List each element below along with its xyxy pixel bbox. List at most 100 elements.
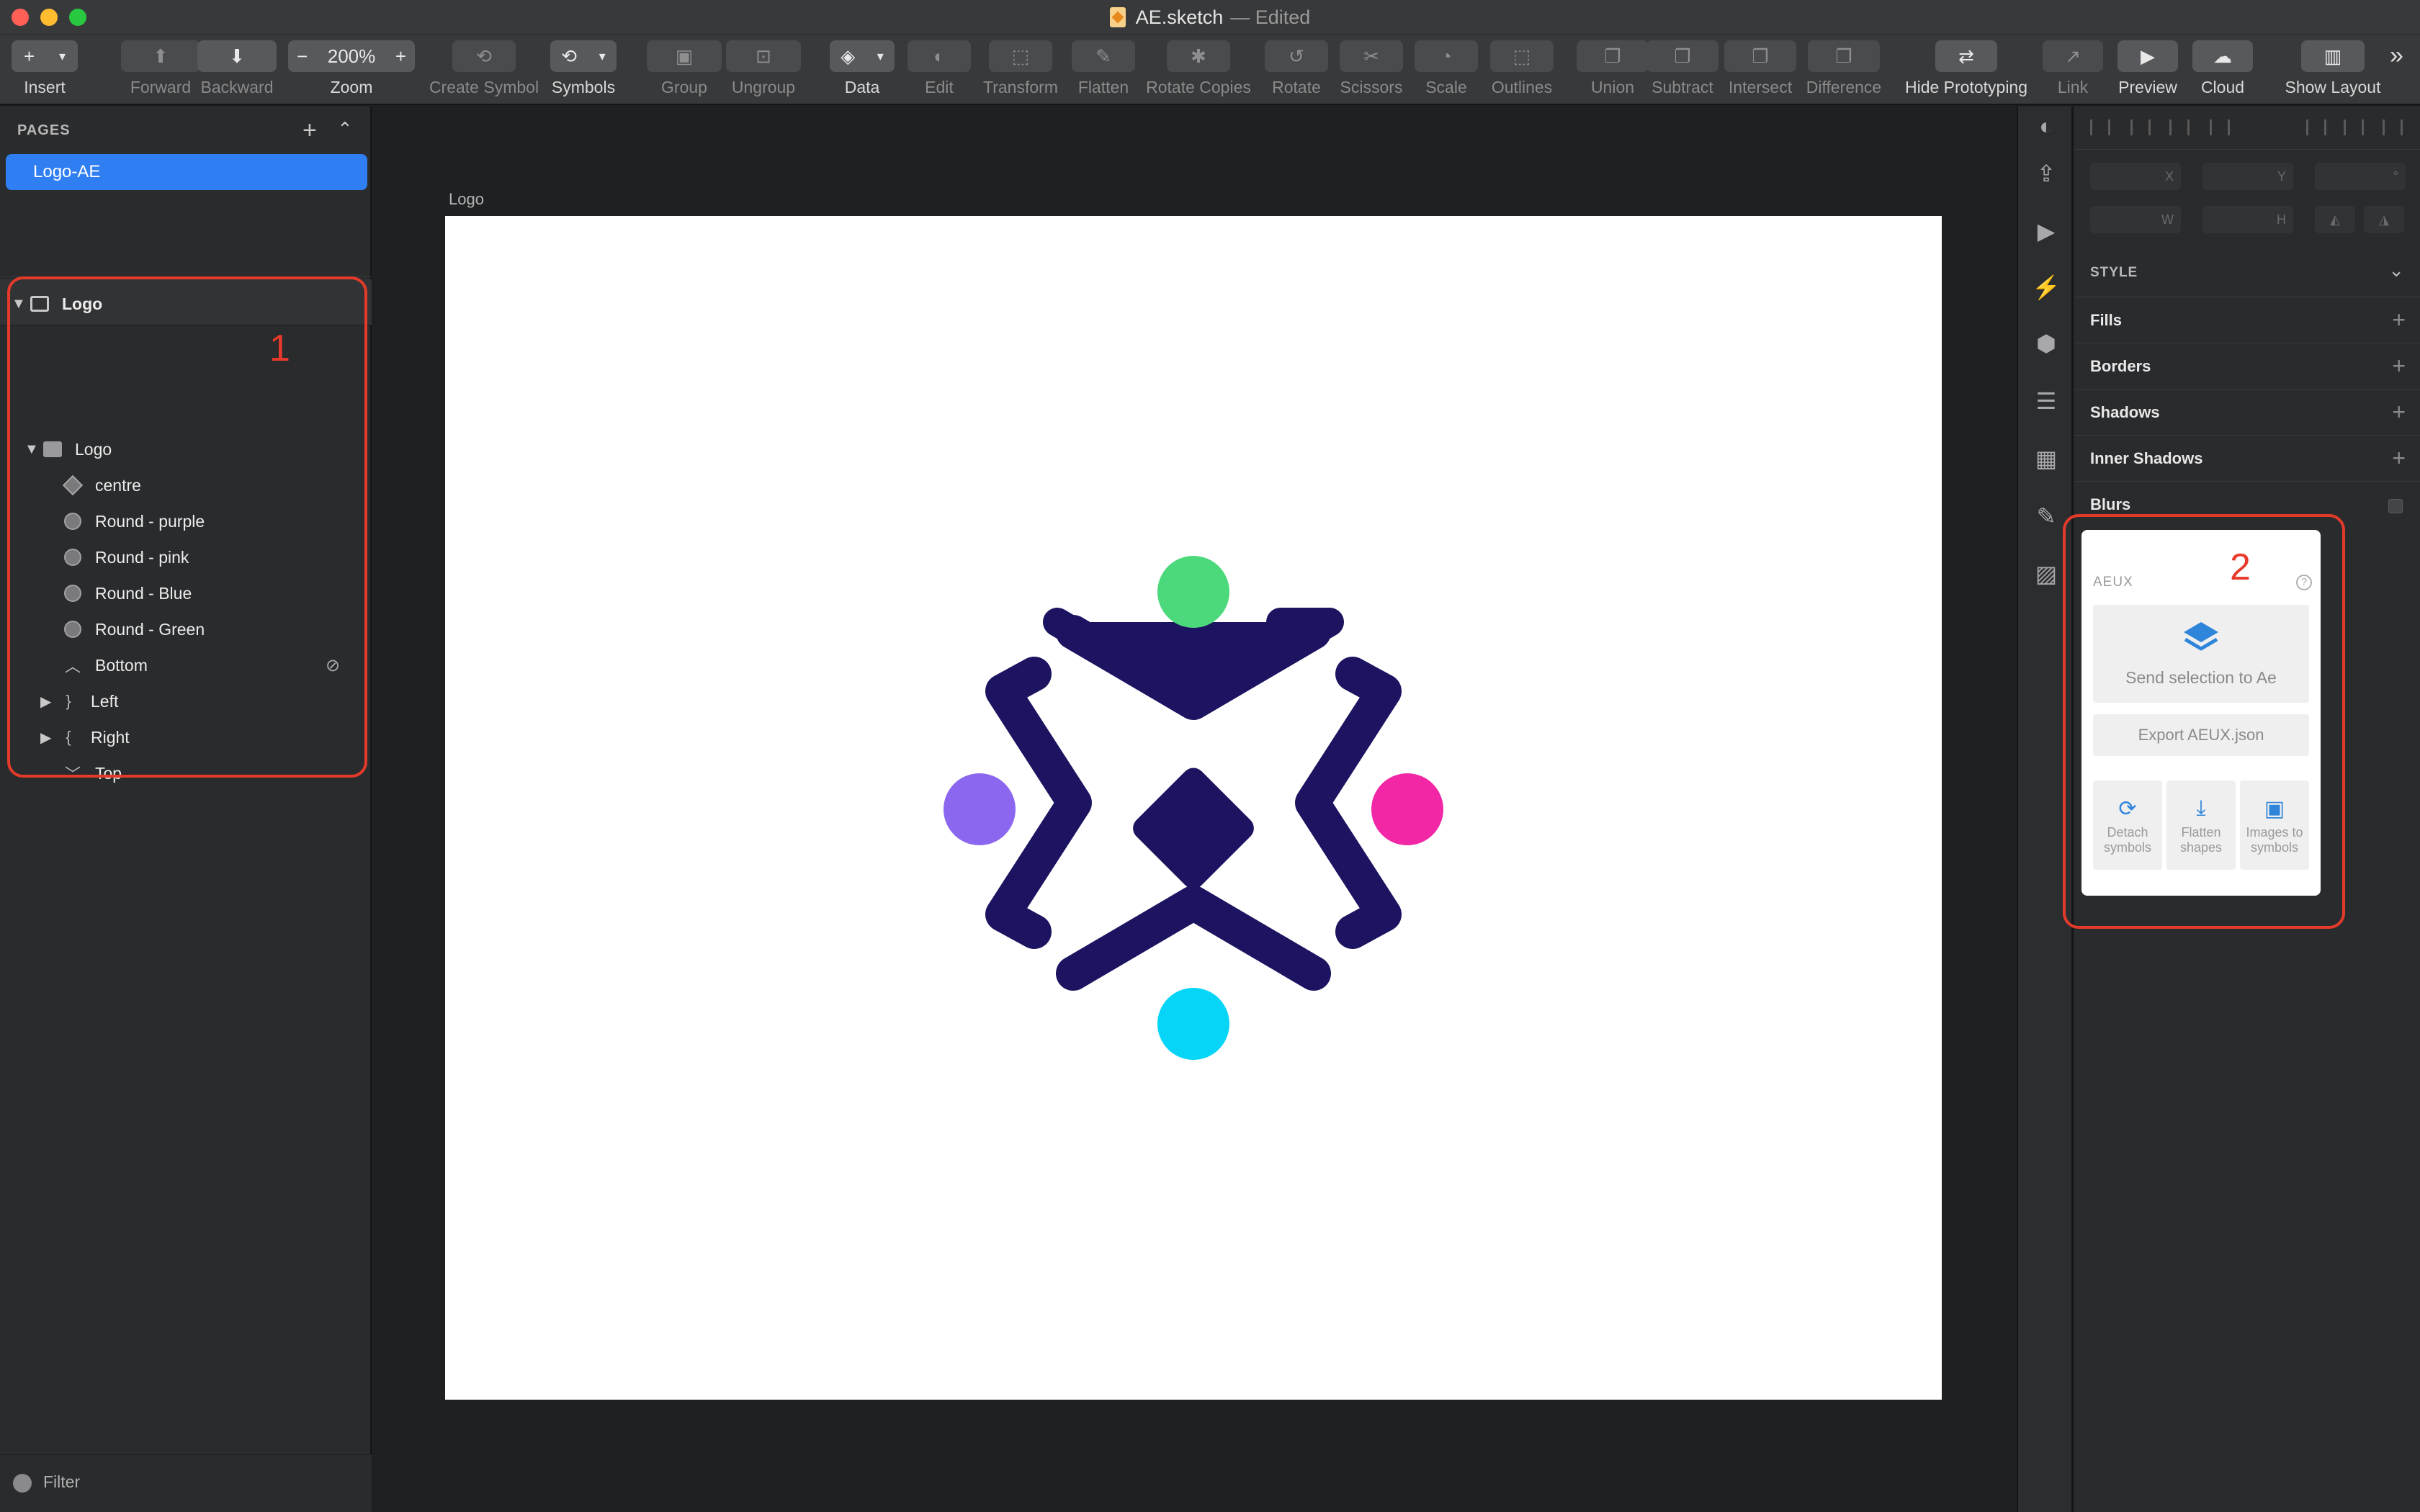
hexagon-icon[interactable]: ⬢: [2033, 330, 2060, 357]
add-border-icon[interactable]: +: [2392, 353, 2406, 379]
align-bottom-icon[interactable]: [2383, 120, 2403, 135]
cloud-button[interactable]: ☁: [2192, 40, 2253, 72]
section-inner-shadows[interactable]: Inner Shadows +: [2074, 435, 2420, 481]
flip-vertical-icon[interactable]: ◮: [2364, 206, 2404, 233]
play-icon[interactable]: ▶: [2033, 217, 2060, 245]
show-layout-tool[interactable]: ▥ Show Layout: [2280, 40, 2385, 97]
transform-tool[interactable]: ⬚ Transform: [980, 40, 1062, 97]
union-button[interactable]: ❐: [1577, 40, 1649, 72]
logo-bottom-shape[interactable]: [1056, 886, 1331, 991]
logo-graphic[interactable]: [445, 216, 1942, 1400]
link-tool[interactable]: ↗ Link: [2043, 40, 2103, 97]
zoom-in-button[interactable]: +: [395, 45, 406, 68]
height-field[interactable]: H: [2202, 206, 2293, 233]
insert-button[interactable]: + ▾: [12, 40, 78, 72]
rotate-copies-tool[interactable]: ✱ Rotate Copies: [1145, 40, 1252, 97]
scale-tool[interactable]: ◔ Scale: [1415, 40, 1478, 97]
width-field[interactable]: W: [2090, 206, 2181, 233]
add-shadow-icon[interactable]: +: [2392, 399, 2406, 426]
union-tool[interactable]: ❐ Union: [1577, 40, 1649, 97]
plugin-logo-icon[interactable]: ◐: [2033, 112, 2060, 140]
group-tool[interactable]: ▣ Group: [647, 40, 722, 97]
logo-centre-diamond[interactable]: [1128, 763, 1258, 894]
edit-tool[interactable]: ◐ Edit: [908, 40, 971, 97]
cloud-tool[interactable]: ☁ Cloud: [2192, 40, 2253, 97]
section-fills[interactable]: Fills +: [2074, 297, 2420, 343]
backward-tool[interactable]: ⬇ Backward: [197, 40, 277, 97]
zoom-value[interactable]: 200%: [328, 45, 376, 68]
section-shadows[interactable]: Shadows +: [2074, 389, 2420, 435]
link-button[interactable]: ↗: [2043, 40, 2103, 72]
flatten-button[interactable]: ✎: [1072, 40, 1135, 72]
preview-button[interactable]: ▶: [2118, 40, 2178, 72]
pen-icon[interactable]: ✎: [2033, 503, 2060, 530]
align-center-icon[interactable]: [2130, 120, 2151, 135]
rotate-copies-button[interactable]: ✱: [1167, 40, 1230, 72]
logo-round-pink[interactable]: [1371, 773, 1443, 845]
page-item-logo-ae[interactable]: Logo-AE: [6, 154, 367, 190]
intersect-button[interactable]: ❐: [1724, 40, 1796, 72]
filter-input[interactable]: Filter: [43, 1472, 80, 1492]
intersect-tool[interactable]: ❐ Intersect: [1724, 40, 1796, 97]
difference-button[interactable]: ❐: [1808, 40, 1880, 72]
align-top-icon[interactable]: [2306, 120, 2326, 135]
align-middle-icon[interactable]: [2344, 120, 2364, 135]
artboard-logo[interactable]: [445, 216, 1942, 1400]
flip-horizontal-icon[interactable]: ◭: [2315, 206, 2355, 233]
export-icon[interactable]: ⇪: [2033, 160, 2060, 187]
data-button[interactable]: ◈ ▾: [830, 40, 895, 72]
subtract-button[interactable]: ❐: [1646, 40, 1718, 72]
backward-button[interactable]: ⬇: [197, 40, 277, 72]
rotate-button[interactable]: ↺: [1265, 40, 1328, 72]
add-fill-icon[interactable]: +: [2392, 307, 2406, 333]
outlines-button[interactable]: ⬚: [1490, 40, 1554, 72]
image-add-icon[interactable]: ▨: [2033, 560, 2060, 588]
create-symbol-button[interactable]: ⟲: [452, 40, 516, 72]
scissors-button[interactable]: ✂: [1340, 40, 1403, 72]
add-inner-shadow-icon[interactable]: +: [2392, 445, 2406, 472]
align-right-icon[interactable]: [2210, 120, 2230, 135]
forward-tool[interactable]: ⬆ Forward: [121, 40, 200, 97]
add-page-icon[interactable]: +: [302, 117, 317, 145]
ungroup-button[interactable]: ⊡: [726, 40, 801, 72]
difference-tool[interactable]: ❐ Difference: [1801, 40, 1887, 97]
insert-tool[interactable]: + ▾ Insert: [12, 40, 78, 97]
rotate-tool[interactable]: ↺ Rotate: [1265, 40, 1328, 97]
rotation-field[interactable]: °: [2315, 163, 2406, 190]
x-field[interactable]: X: [2090, 163, 2181, 190]
symbols-tool[interactable]: ⟲ ▾ Symbols: [550, 40, 617, 97]
grid-icon[interactable]: ▦: [2033, 445, 2060, 472]
y-field[interactable]: Y: [2202, 163, 2293, 190]
section-borders[interactable]: Borders +: [2074, 343, 2420, 389]
blur-checkbox[interactable]: [2388, 499, 2403, 513]
ungroup-tool[interactable]: ⊡ Ungroup: [726, 40, 801, 97]
create-symbol-tool[interactable]: ⟲ Create Symbol: [428, 40, 540, 97]
scissors-tool[interactable]: ✂ Scissors: [1340, 40, 1403, 97]
logo-round-blue[interactable]: [1157, 988, 1229, 1060]
lightning-icon[interactable]: ⚡: [2032, 274, 2061, 301]
zoom-out-button[interactable]: −: [297, 45, 308, 68]
subtract-tool[interactable]: ❐ Subtract: [1646, 40, 1718, 97]
hide-prototyping-button[interactable]: ⇄: [1935, 40, 1997, 72]
data-tool[interactable]: ◈ ▾ Data: [830, 40, 895, 97]
symbols-button[interactable]: ⟲ ▾: [550, 40, 617, 72]
filter-icon[interactable]: [13, 1474, 32, 1493]
chevron-down-icon[interactable]: ⌄: [2388, 259, 2404, 282]
list-icon[interactable]: ☰: [2033, 387, 2060, 415]
preview-tool[interactable]: ▶ Preview: [2118, 40, 2178, 97]
artboard-label[interactable]: Logo: [449, 190, 484, 209]
logo-round-purple[interactable]: [944, 773, 1016, 845]
hide-prototyping-tool[interactable]: ⇄ Hide Prototyping: [1901, 40, 2031, 97]
align-left-icon[interactable]: [2090, 120, 2110, 135]
show-layout-button[interactable]: ▥: [2301, 40, 2365, 72]
flatten-tool[interactable]: ✎ Flatten: [1072, 40, 1135, 97]
logo-round-green[interactable]: [1157, 556, 1229, 628]
collapse-pages-icon[interactable]: ⌃: [337, 118, 353, 140]
outlines-tool[interactable]: ⬚ Outlines: [1488, 40, 1556, 97]
scale-button[interactable]: ◔: [1415, 40, 1478, 72]
toolbar-overflow-icon[interactable]: »: [2390, 42, 2403, 70]
group-button[interactable]: ▣: [647, 40, 722, 72]
transform-button[interactable]: ⬚: [989, 40, 1052, 72]
forward-button[interactable]: ⬆: [121, 40, 200, 72]
distribute-icon[interactable]: [2169, 120, 2190, 135]
